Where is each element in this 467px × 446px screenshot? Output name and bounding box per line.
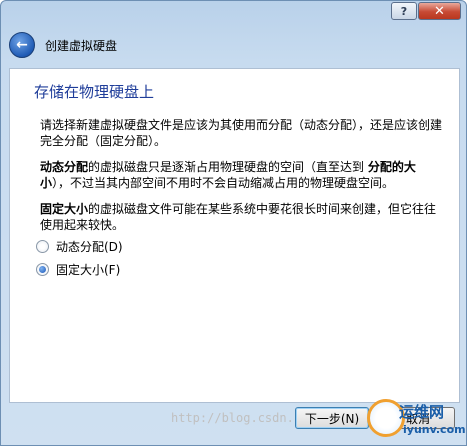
wizard-content: 存储在物理硬盘上 请选择新建虚拟硬盘文件是应该为其使用而分配（动态分配），还是应… xyxy=(9,68,460,403)
watermark-url: http://blog.csdn. xyxy=(171,411,294,425)
close-button[interactable]: ✕ xyxy=(418,2,461,20)
fixed-description: 固定大小的虚拟磁盘文件可能在某些系统中要花很长时间来创建，但它往往使用起来较快。 xyxy=(40,201,445,233)
dynamic-text-2: ），不过当其内部空间不用时不会自动缩减占用的物理硬盘空间。 xyxy=(52,176,395,190)
site-logo: 运维网 iyunv.com xyxy=(367,399,467,445)
help-button[interactable]: ? xyxy=(391,2,417,20)
dynamic-text-1: 的虚拟磁盘只是逐渐占用物理硬盘的空间（直至达到 xyxy=(88,160,368,174)
wizard-header: ← 创建虚拟硬盘 xyxy=(9,31,117,59)
radio-dynamic-label: 动态分配(D) xyxy=(56,240,123,254)
next-button[interactable]: 下一步(N) xyxy=(295,407,369,429)
page-heading: 存储在物理硬盘上 xyxy=(34,83,155,101)
radio-fixed-label: 固定大小(F) xyxy=(56,263,121,277)
back-arrow-icon[interactable]: ← xyxy=(9,32,35,58)
logo-text-cn: 运维网 xyxy=(399,403,445,421)
dynamic-term: 动态分配 xyxy=(40,160,89,174)
radio-dot-icon xyxy=(39,266,46,273)
dynamic-description: 动态分配的虚拟磁盘只是逐渐占用物理硬盘的空间（直至达到 分配的大小），不过当其内… xyxy=(40,159,445,191)
logo-text-en: iyunv.com xyxy=(403,423,466,436)
caption-buttons: ? ✕ xyxy=(391,2,461,20)
radio-button-icon[interactable] xyxy=(36,240,49,253)
intro-text: 请选择新建虚拟硬盘文件是应该为其使用而分配（动态分配），还是应该创建完全分配（固… xyxy=(40,118,443,148)
fixed-text: 的虚拟磁盘文件可能在某些系统中要花很长时间来创建，但它往往使用起来较快。 xyxy=(40,202,437,232)
radio-button-selected-icon[interactable] xyxy=(36,263,49,276)
radio-dynamic[interactable]: 动态分配(D) xyxy=(36,238,123,255)
radio-fixed[interactable]: 固定大小(F) xyxy=(36,261,120,278)
wizard-window: ? ✕ ← 创建虚拟硬盘 存储在物理硬盘上 请选择新建虚拟硬盘文件是应该为其使用… xyxy=(0,0,467,446)
wizard-title: 创建虚拟硬盘 xyxy=(45,38,118,53)
fixed-term: 固定大小 xyxy=(40,202,89,216)
